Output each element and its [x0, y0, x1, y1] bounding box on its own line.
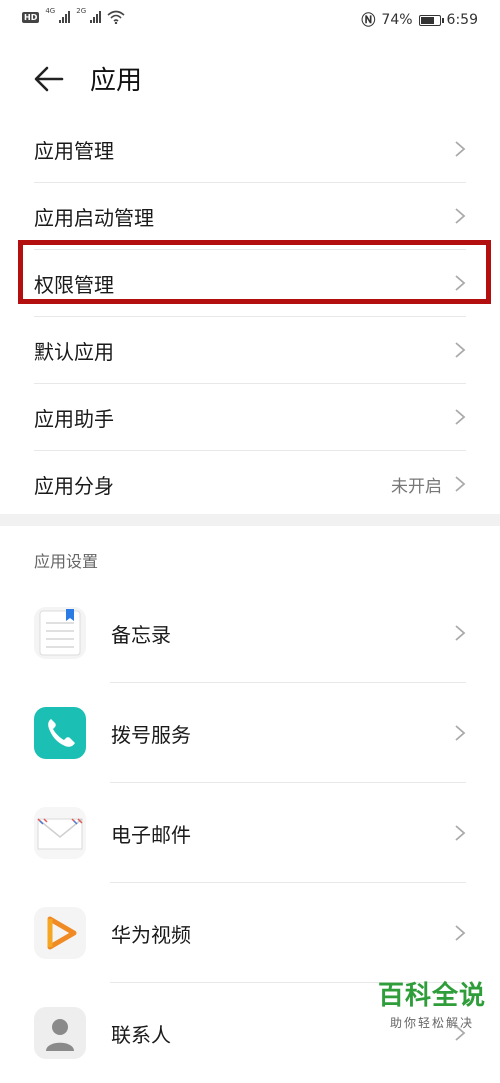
chevron-right-icon: [455, 625, 466, 641]
sig2-label: 2G: [76, 7, 87, 15]
app-row-email[interactable]: 电子邮件: [0, 783, 500, 883]
app-name: 联系人: [111, 1023, 171, 1047]
section-divider: [0, 514, 500, 526]
app-name: 华为视频: [111, 923, 191, 947]
app-row-video[interactable]: 华为视频: [0, 883, 500, 983]
chevron-right-icon: [455, 141, 466, 157]
menu-item-app-management[interactable]: 应用管理: [34, 116, 466, 183]
menu-item-label: 应用分身: [34, 473, 114, 498]
app-name: 电子邮件: [111, 823, 191, 847]
back-arrow-icon[interactable]: [32, 64, 66, 94]
header: 应用: [0, 50, 500, 110]
phone-icon: [34, 707, 86, 759]
chevron-right-icon: [455, 409, 466, 425]
watermark-subtitle: 助你轻松解决: [389, 1016, 474, 1030]
signal-icon: [59, 11, 71, 23]
chevron-right-icon: [455, 342, 466, 358]
nfc-icon: Ⓝ: [361, 13, 376, 29]
watermark: 百科全说 助你轻松解决: [378, 975, 486, 1031]
menu-item-label: 应用助手: [34, 406, 114, 431]
hd-badge: HD: [22, 11, 40, 23]
video-icon: [34, 907, 86, 959]
menu-list: 应用管理 应用启动管理 权限管理 默认应用 应用助手 应用分身 未开启: [0, 116, 500, 517]
chevron-right-icon: [455, 825, 466, 841]
menu-item-label: 默认应用: [34, 339, 114, 364]
app-row-dialer[interactable]: 拨号服务: [0, 683, 500, 783]
menu-item-value: 未开启: [391, 476, 442, 497]
chevron-right-icon: [455, 476, 466, 492]
mail-icon: [34, 807, 86, 859]
battery-icon: [418, 14, 444, 26]
contacts-icon: [34, 1007, 86, 1059]
chevron-right-icon: [455, 725, 466, 741]
clock: 6:59: [446, 12, 478, 28]
highlight-box: [18, 240, 491, 304]
menu-item-default-apps[interactable]: 默认应用: [34, 317, 466, 384]
notes-icon: [34, 607, 86, 659]
menu-item-app-assistant[interactable]: 应用助手: [34, 384, 466, 451]
chevron-right-icon: [455, 925, 466, 941]
signal-icon-2: [90, 11, 102, 23]
menu-item-app-twin[interactable]: 应用分身 未开启: [34, 451, 466, 517]
sig1-label: 4G: [45, 7, 56, 15]
wifi-icon: [107, 10, 125, 24]
status-bar: HD 4G 2G Ⓝ 74% 6:59: [0, 0, 500, 38]
section-title: 应用设置: [34, 552, 99, 571]
app-name: 备忘录: [111, 623, 171, 647]
chevron-right-icon: [455, 208, 466, 224]
app-name: 拨号服务: [111, 723, 191, 747]
battery-percent: 74%: [381, 12, 413, 28]
watermark-title: 百科全说: [377, 981, 486, 1011]
menu-item-label: 应用管理: [34, 138, 114, 163]
page-title: 应用: [90, 66, 143, 96]
app-row-notes[interactable]: 备忘录: [0, 583, 500, 683]
menu-item-label: 应用启动管理: [34, 205, 154, 230]
